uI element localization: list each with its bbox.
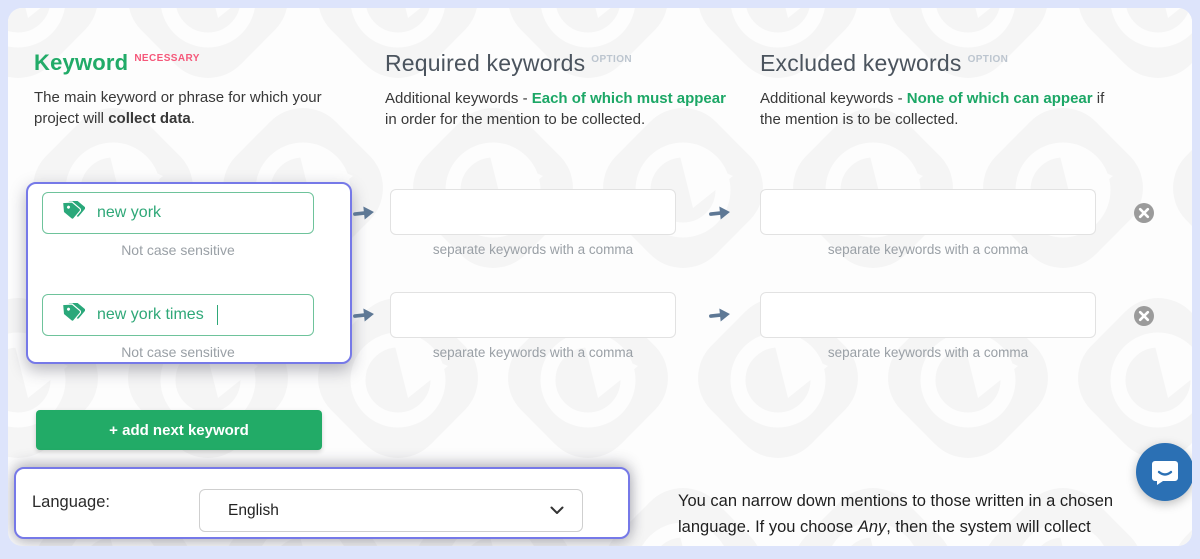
add-next-keyword-button[interactable]: + add next keyword (36, 410, 322, 450)
comma-hint: separate keywords with a comma (760, 242, 1096, 257)
close-circle-icon[interactable] (1133, 202, 1155, 224)
keyword-input-1[interactable]: new york (42, 192, 314, 234)
project-keyword-settings-page: { "columns": { "keyword": { "title": "Ke… (0, 0, 1200, 559)
excluded-title: Excluded keywords (760, 50, 962, 76)
keyword-input-2[interactable]: new york times (42, 294, 314, 336)
required-title: Required keywords (385, 50, 585, 76)
comma-hint: separate keywords with a comma (390, 242, 676, 257)
keyword-description: The main keyword or phrase for which you… (34, 87, 334, 129)
tag-icon (59, 201, 85, 225)
close-circle-icon[interactable] (1133, 305, 1155, 327)
keyword-value: new york times (97, 306, 204, 324)
necessary-badge: NECESSARY (134, 53, 199, 64)
arrow-right-icon (352, 306, 376, 324)
required-keywords-input-2[interactable] (390, 292, 676, 338)
chat-bubble-icon (1150, 457, 1180, 487)
settings-card: Keyword NECESSARY The main keyword or phr… (8, 8, 1192, 546)
keyword-title: Keyword (34, 50, 128, 75)
chat-widget-button[interactable] (1136, 443, 1192, 501)
language-info-text: You can narrow down mentions to those wr… (678, 488, 1158, 546)
excluded-keywords-input-2[interactable] (760, 292, 1096, 338)
option-badge: OPTION (968, 54, 1009, 65)
case-sensitivity-hint: Not case sensitive (42, 344, 314, 360)
keyword-column-header: Keyword NECESSARY The main keyword or phr… (34, 50, 334, 129)
option-badge: OPTION (591, 54, 632, 65)
language-label: Language: (32, 493, 110, 512)
required-keywords-input-1[interactable] (390, 189, 676, 235)
language-selected-value: English (228, 502, 550, 520)
excluded-description: Additional keywords - None of which can … (760, 88, 1112, 130)
required-description: Additional keywords - Each of which must… (385, 88, 741, 130)
text-cursor (217, 305, 219, 325)
language-panel: Language: English (14, 467, 630, 539)
excluded-keywords-input-1[interactable] (760, 189, 1096, 235)
arrow-right-icon (352, 204, 376, 222)
case-sensitivity-hint: Not case sensitive (42, 242, 314, 258)
chevron-down-icon (550, 506, 564, 515)
tag-icon (59, 303, 85, 327)
comma-hint: separate keywords with a comma (390, 345, 676, 360)
language-select[interactable]: English (199, 489, 583, 532)
excluded-column-header: Excluded keywords OPTION Additional keywo… (760, 50, 1112, 130)
keyword-panel: new york Not case sensitive new york tim… (26, 182, 352, 364)
keyword-value: new york (97, 204, 161, 222)
required-column-header: Required keywords OPTION Additional keywo… (385, 50, 741, 130)
arrow-right-icon (708, 306, 732, 324)
comma-hint: separate keywords with a comma (760, 345, 1096, 360)
arrow-right-icon (708, 204, 732, 222)
